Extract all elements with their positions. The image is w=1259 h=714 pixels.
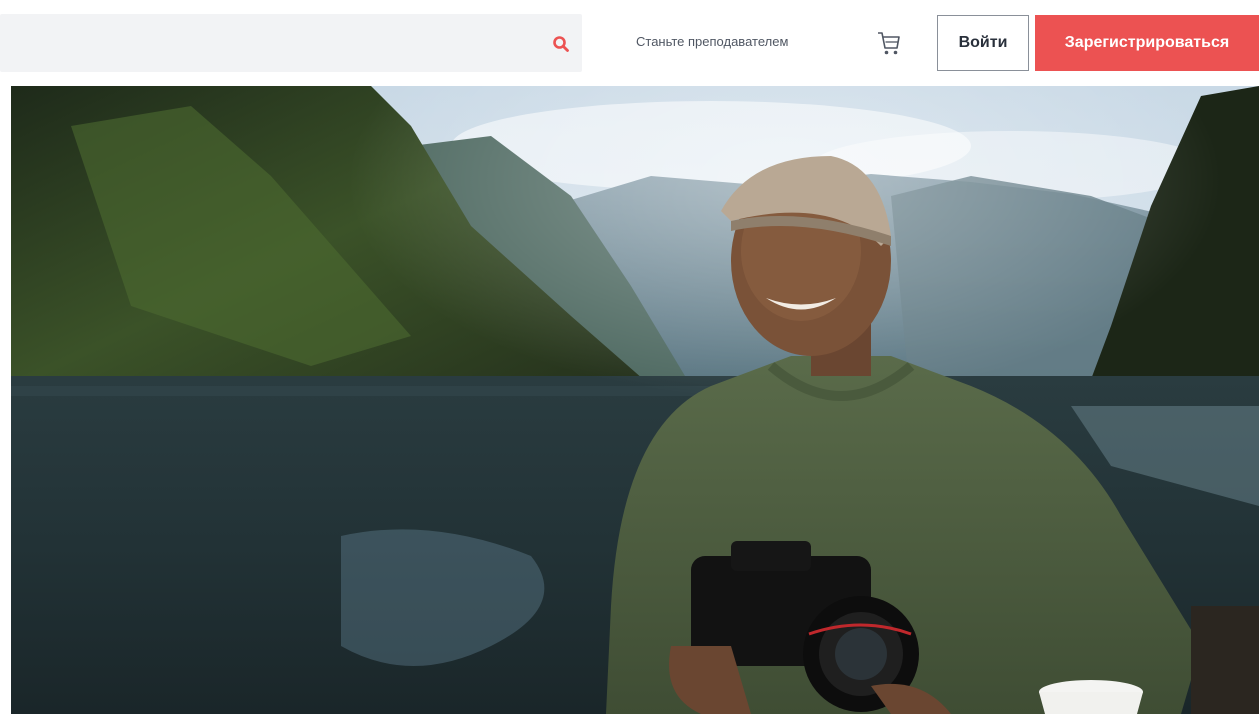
search-input[interactable] xyxy=(12,14,532,72)
search-bar xyxy=(0,14,582,72)
search-icon[interactable] xyxy=(548,31,574,57)
top-navigation-bar: Станьте преподавателем Войти Зарегистрир… xyxy=(0,0,1259,86)
cart-icon[interactable] xyxy=(874,27,904,59)
login-button[interactable]: Войти xyxy=(937,15,1029,71)
hero-banner-photo xyxy=(11,86,1259,714)
become-instructor-link[interactable]: Станьте преподавателем xyxy=(636,34,788,49)
signup-button[interactable]: Зарегистрироваться xyxy=(1035,15,1259,71)
